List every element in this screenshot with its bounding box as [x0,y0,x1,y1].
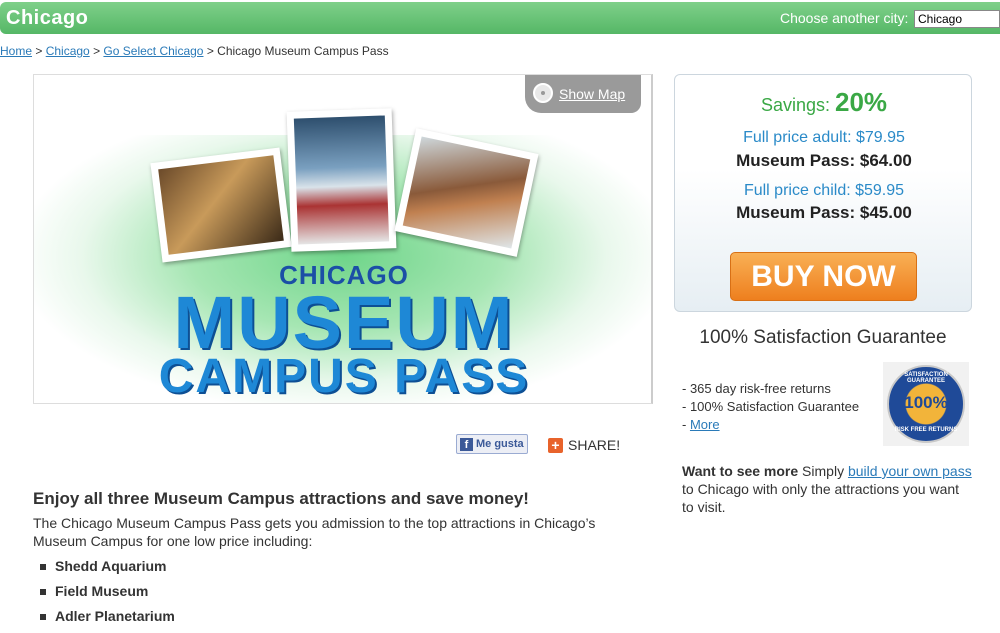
see-more-text: Want to see more Simply build your own p… [682,462,972,516]
share-plus-icon: + [548,438,563,453]
header-bar: Chicago Choose another city: [0,2,1000,34]
map-pin-icon [533,83,553,103]
facebook-like-button[interactable]: f Me gusta [456,434,528,454]
content-heading: Enjoy all three Museum Campus attraction… [33,489,529,508]
share-label: SHARE! [568,437,621,453]
city-select-input[interactable] [914,10,1000,28]
pricing-box: Savings: 20% Full price adult: $79.95 Mu… [674,74,972,312]
show-map-label[interactable]: Show Map [559,86,625,102]
choose-city-label: Choose another city: [780,10,909,26]
list-item: Adler Planetarium [40,608,175,633]
see-more-text1: Simply [798,463,848,479]
hero-photo-aquarium [286,108,397,252]
facebook-icon: f [460,438,473,451]
breadcrumb-separator: > [203,44,218,58]
seal-bottom-text: RISK FREE RETURNS [894,427,958,433]
adult-pass-price: Museum Pass: $64.00 [736,151,912,170]
hero-photo-dinosaur [150,147,292,263]
see-more-bold: Want to see more [682,463,799,479]
hero-image: CHICAGO MUSEUM CAMPUS PASS Show Map [33,74,653,404]
satisfaction-seal: SATISFACTION GUARANTEE 100% RISK FREE RE… [883,362,969,446]
guarantee-badge-icon: SATISFACTION GUARANTEE 100% RISK FREE RE… [887,365,965,443]
savings-percent: 20% [835,87,888,117]
city-title: Chicago [6,7,89,29]
savings-label: Savings: [760,95,830,115]
child-pass-price: Museum Pass: $45.00 [736,203,912,222]
breadcrumb-separator: > [89,44,104,58]
guarantee-title: 100% Satisfaction Guarantee [699,327,947,348]
more-link[interactable]: More [690,417,720,432]
child-full-price: Full price child: $59.95 [743,182,905,199]
list-item: Field Museum [40,583,175,608]
build-your-own-pass-link[interactable]: build your own pass [848,463,972,479]
seal-top-text: SATISFACTION GUARANTEE [904,372,948,384]
savings-text: Savings: 20% [675,87,973,118]
breadcrumb-chicago-link[interactable]: Chicago [46,44,90,58]
breadcrumb-go-select-link[interactable]: Go Select Chicago [103,44,203,58]
buy-now-button[interactable]: BUY NOW [730,252,917,301]
breadcrumb-home-link[interactable]: Home [0,44,32,58]
list-item: - 100% Satisfaction Guarantee [682,399,860,414]
more-prefix: - [682,417,690,432]
like-label: Me gusta [476,438,524,450]
see-more-text2: to Chicago with only the attractions you… [682,481,960,515]
breadcrumb-separator: > [32,44,46,58]
content-description: The Chicago Museum Campus Pass gets you … [33,515,596,549]
hero-logo-line3: CAMPUS PASS [158,350,530,403]
breadcrumb-current: Chicago Museum Campus Pass [217,44,389,58]
show-map-button[interactable]: Show Map [525,75,641,113]
list-item: Shedd Aquarium [40,558,175,583]
attractions-list: Shedd Aquarium Field Museum Adler Planet… [40,558,175,633]
seal-percent: 100% [904,393,948,412]
list-item: - 365 day risk-free returns [682,381,831,396]
guarantee-list: - 365 day risk-free returns - 100% Satis… [682,380,859,434]
list-item: - More [682,416,859,434]
breadcrumb: Home > Chicago > Go Select Chicago > Chi… [0,44,389,58]
adult-full-price: Full price adult: $79.95 [743,129,905,146]
